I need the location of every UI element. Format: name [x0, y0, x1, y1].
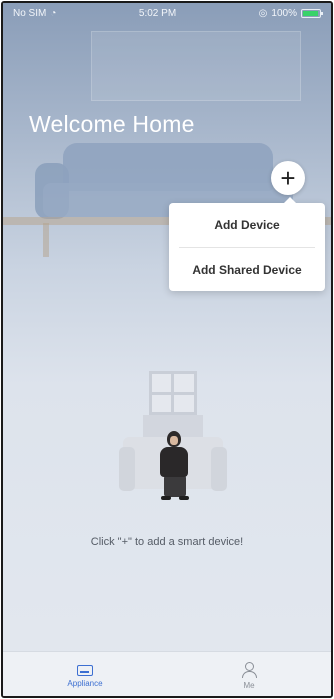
tab-appliance-label: Appliance [67, 678, 103, 688]
table-leg-decoration [43, 223, 49, 257]
person-shoe-drawing [161, 496, 171, 500]
location-icon: ◎ [258, 7, 268, 19]
tab-appliance[interactable]: Appliance [3, 652, 167, 696]
status-right: ◎ 100% [258, 7, 323, 19]
empty-state-hint: Click "+" to add a smart device! [90, 536, 244, 548]
appliance-icon [77, 664, 93, 676]
add-device-button[interactable]: + [271, 161, 305, 195]
phone-frame: No SIM ◔ 5:02 PM ◎ 100% Welcome Home + A… [1, 1, 333, 698]
person-face-drawing [170, 436, 178, 445]
menu-item-add-device[interactable]: Add Device [169, 203, 325, 247]
status-time: 5:02 PM [138, 7, 177, 19]
bottom-tab-bar: Appliance Me [3, 651, 331, 696]
battery-percent: 100% [271, 7, 297, 19]
status-bar: No SIM ◔ 5:02 PM ◎ 100% [3, 3, 331, 23]
battery-icon [300, 8, 323, 18]
person-icon [241, 662, 257, 678]
page-title: Welcome Home [29, 111, 195, 137]
add-menu-dropdown: Add Device Add Shared Device [169, 197, 325, 292]
menu-item-add-shared-device[interactable]: Add Shared Device [169, 248, 325, 292]
empty-state-illustration [113, 363, 233, 513]
background-scene [3, 3, 331, 696]
couch-arm-drawing [211, 447, 227, 491]
wifi-icon: ◔ [50, 7, 57, 19]
carrier-label: No SIM [13, 7, 47, 19]
window-drawing [149, 371, 197, 415]
tab-me-label: Me [243, 681, 255, 690]
status-left: No SIM ◔ [13, 8, 56, 19]
couch-arm-drawing [119, 447, 135, 491]
person-body-drawing [160, 447, 188, 477]
person-shoe-drawing [179, 496, 189, 500]
wall-panel-decoration [91, 31, 301, 101]
person-legs-drawing [164, 475, 186, 497]
tab-me[interactable]: Me [167, 652, 331, 696]
